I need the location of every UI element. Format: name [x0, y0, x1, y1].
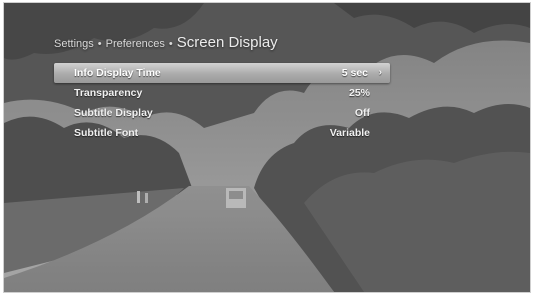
menu-item-label: Subtitle Display: [74, 107, 153, 119]
breadcrumb-separator: •: [97, 38, 102, 50]
menu-item-info-display-time[interactable]: Info Display Time 5 sec ›: [54, 63, 390, 83]
breadcrumb-separator: •: [168, 38, 173, 50]
menu-item-label: Info Display Time: [74, 67, 161, 79]
breadcrumb-settings: Settings: [54, 38, 94, 50]
settings-menu: Info Display Time 5 sec › Transparency 2…: [54, 63, 390, 143]
tv-screen: Settings • Preferences • Screen Display Info…: [4, 3, 530, 292]
breadcrumb-preferences: Preferences: [105, 38, 165, 50]
menu-item-value: Variable: [329, 127, 370, 139]
page-title: Screen Display: [176, 34, 278, 51]
menu-item-value: 5 sec: [341, 67, 368, 79]
menu-item-value: 25%: [348, 87, 370, 99]
menu-item-value: Off: [354, 107, 370, 119]
breadcrumb: Settings • Preferences • Screen Display: [54, 34, 278, 51]
menu-item-transparency[interactable]: Transparency 25%: [54, 83, 390, 103]
menu-item-label: Transparency: [74, 87, 143, 99]
menu-item-subtitle-display[interactable]: Subtitle Display Off: [54, 103, 390, 123]
menu-item-label: Subtitle Font: [74, 127, 139, 139]
menu-item-subtitle-font[interactable]: Subtitle Font Variable: [54, 123, 390, 143]
chevron-right-icon: ›: [378, 67, 382, 78]
